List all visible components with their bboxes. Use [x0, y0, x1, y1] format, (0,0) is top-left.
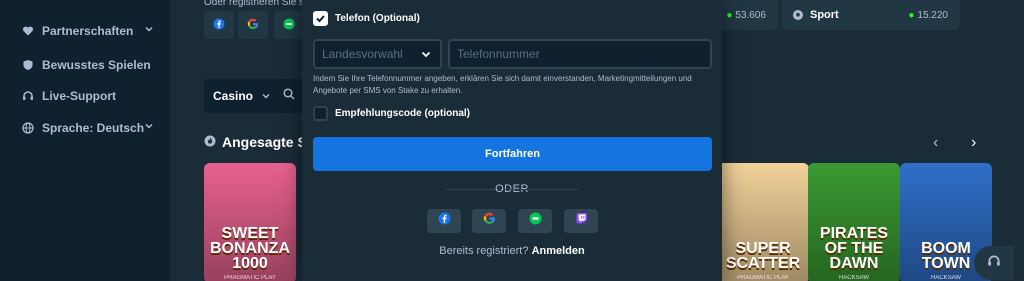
- line-login-button-bg[interactable]: [274, 11, 304, 39]
- search-icon: [283, 87, 295, 105]
- referral-checkbox-label: Empfehlungscode (optional): [335, 108, 470, 119]
- game-provider: HACKSAW: [930, 275, 962, 281]
- login-link[interactable]: Anmelden: [532, 245, 585, 257]
- game-tile[interactable]: PIRATES OF THE DAWN HACKSAW: [808, 163, 900, 281]
- sidebar-item-label: Bewusstes Spielen: [42, 58, 151, 72]
- game-provider: PRAGMATIC PLAY: [737, 275, 789, 281]
- headset-icon: [987, 254, 1001, 273]
- sidebar-item-live-support[interactable]: Live-Support: [22, 89, 154, 103]
- facebook-login-button[interactable]: [427, 209, 461, 233]
- game-provider: PRAGMATIC PLAY: [224, 275, 276, 281]
- line-icon: [283, 18, 295, 33]
- sport-ball-icon: [792, 9, 804, 21]
- game-tile[interactable]: SWEET BONANZA 1000 PRAGMATIC PLAY: [204, 163, 296, 281]
- divider-right: [504, 189, 578, 190]
- online-dot-icon: ●: [908, 9, 915, 21]
- referral-checkbox[interactable]: [313, 106, 328, 121]
- chevron-down-icon: [261, 91, 271, 101]
- game-title: SUPER SCATTER: [725, 240, 801, 272]
- sidebar-item-bewusstes-spielen[interactable]: Bewusstes Spielen: [22, 58, 154, 72]
- register-hint: Oder registrieren Sie sich: [204, 0, 317, 8]
- section-title: Angesagte Sp: [204, 134, 315, 150]
- registration-modal: Telefon (Optional) Landesvorwahl Telefon…: [302, 0, 722, 281]
- phone-optional-toggle[interactable]: Telefon (Optional): [313, 11, 420, 26]
- search-input[interactable]: [274, 79, 304, 113]
- globe-icon: [22, 122, 34, 134]
- phone-checkbox-label: Telefon (Optional): [335, 13, 420, 24]
- game-tile[interactable]: SUPER SCATTER PRAGMATIC PLAY: [717, 163, 809, 281]
- phone-number-placeholder: Telefonnummer: [457, 47, 540, 61]
- stat-card-sport[interactable]: Sport ● 15.220: [782, 0, 960, 30]
- game-title: PIRATES OF THE DAWN: [819, 225, 889, 272]
- chevron-down-icon: [420, 48, 432, 63]
- game-provider: HACKSAW: [838, 275, 870, 281]
- line-login-button[interactable]: [518, 209, 552, 233]
- game-title: SWEET BONANZA 1000: [210, 225, 290, 272]
- chevron-down-icon: [144, 24, 154, 37]
- sidebar-item-label: Partnerschaften: [42, 24, 134, 38]
- google-icon: [483, 212, 496, 230]
- facebook-icon: [438, 212, 451, 230]
- category-select[interactable]: Casino: [204, 79, 274, 113]
- sidebar-item-sprache[interactable]: Sprache: Deutsch: [22, 121, 154, 135]
- live-support-button[interactable]: [974, 246, 1014, 280]
- login-prompt: Bereits registriert? Anmelden: [439, 245, 585, 257]
- line-icon: [529, 212, 542, 230]
- carousel-next-button[interactable]: ›: [971, 134, 976, 152]
- chevron-down-icon: [144, 121, 154, 134]
- sidebar-item-label: Live-Support: [42, 89, 116, 103]
- facebook-icon: [213, 18, 225, 33]
- sms-consent-text: Indem Sie Ihre Telefonnummer angeben, er…: [313, 74, 692, 95]
- stat-name: Sport: [810, 9, 839, 21]
- sidebar-item-label: Sprache: Deutsch: [42, 121, 145, 135]
- carousel-prev-button[interactable]: ‹: [933, 134, 938, 152]
- country-code-select[interactable]: Landesvorwahl: [313, 39, 442, 69]
- country-code-placeholder: Landesvorwahl: [322, 47, 403, 61]
- sidebar: Partnerschaften Bewusstes Spielen Live-S…: [0, 0, 170, 281]
- referral-code-toggle[interactable]: Empfehlungscode (optional): [313, 106, 470, 121]
- facebook-login-button-bg[interactable]: [204, 11, 234, 39]
- twitch-icon: [575, 212, 588, 230]
- online-count: ● 53.606: [726, 9, 766, 21]
- google-icon: [247, 18, 259, 33]
- shield-icon: [22, 59, 34, 71]
- online-count: ● 15.220: [908, 9, 948, 21]
- google-login-button[interactable]: [472, 209, 506, 233]
- headset-icon: [22, 90, 34, 102]
- twitch-login-button[interactable]: [564, 209, 598, 233]
- phone-number-field[interactable]: Telefonnummer: [448, 39, 712, 69]
- sidebar-item-partnerschaften[interactable]: Partnerschaften: [22, 24, 154, 38]
- continue-button[interactable]: Fortfahren: [313, 137, 712, 171]
- phone-checkbox[interactable]: [313, 11, 328, 26]
- partner-heart-icon: [22, 25, 34, 37]
- google-login-button-bg[interactable]: [238, 11, 268, 39]
- fire-icon: [204, 134, 216, 150]
- online-dot-icon: ●: [726, 9, 733, 21]
